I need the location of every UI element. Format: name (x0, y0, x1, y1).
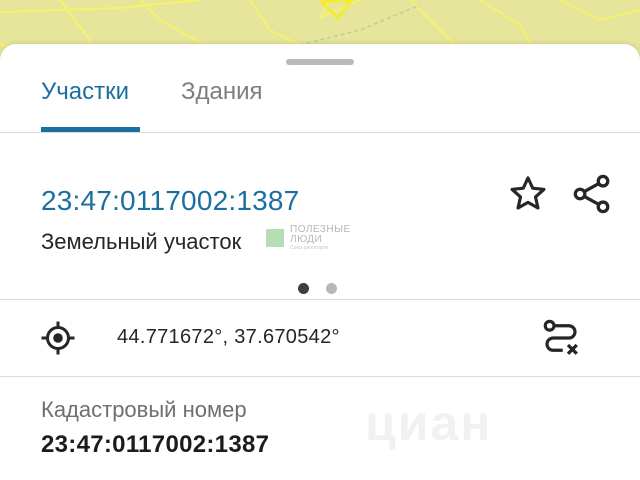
drag-handle[interactable] (286, 59, 354, 65)
tab-buildings[interactable]: Здания (181, 78, 263, 133)
pager-dot-active[interactable] (298, 283, 309, 294)
object-type: Земельный участок (41, 229, 242, 254)
cadastral-number-label: Кадастровый номер (41, 397, 247, 422)
star-icon[interactable] (507, 173, 549, 220)
cadastral-number-value: 23:47:0117002:1387 (41, 431, 270, 458)
watermark-square (266, 229, 284, 247)
tab-bar: Участки Здания (0, 66, 640, 133)
pager-dot[interactable] (326, 283, 337, 294)
watermark-sub: Союз риэлторов (290, 245, 328, 251)
object-card: 23:47:0117002:1387 Земельный участок ПОЛ… (0, 133, 640, 299)
share-icon[interactable] (570, 172, 614, 221)
pager-dots (298, 283, 337, 294)
cadastral-number-link[interactable]: 23:47:0117002:1387 (41, 185, 299, 217)
watermark-line2: ЛЮДИ (290, 234, 323, 245)
watermark-logo: ПОЛЕЗНЫЕ ЛЮДИ Союз риэлторов (266, 225, 351, 251)
tab-plots[interactable]: Участки (41, 78, 129, 133)
cadastral-info: Кадастровый номер 23:47:0117002:1387 (0, 333, 640, 458)
